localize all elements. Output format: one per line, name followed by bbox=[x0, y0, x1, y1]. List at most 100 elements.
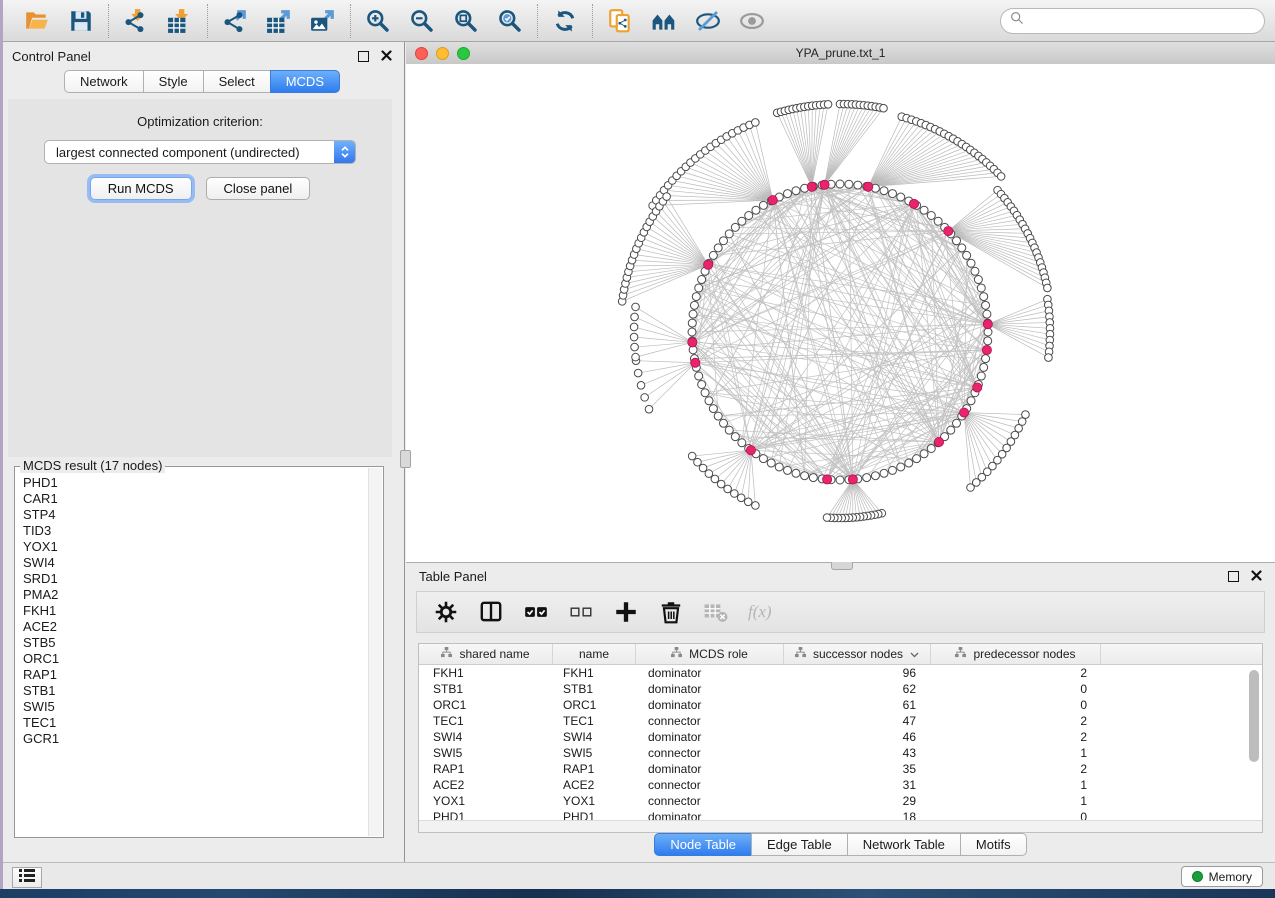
tab-edge-table[interactable]: Edge Table bbox=[751, 833, 848, 856]
node-table: shared name name MCDS role successor nod… bbox=[418, 643, 1263, 833]
tab-motifs[interactable]: Motifs bbox=[960, 833, 1027, 856]
window-zoom-light[interactable] bbox=[457, 47, 470, 60]
network-titlebar[interactable]: YPA_prune.txt_1 bbox=[406, 42, 1275, 65]
tab-mcds[interactable]: MCDS bbox=[270, 70, 340, 93]
zoom-selected-icon[interactable] bbox=[492, 4, 528, 38]
vertical-splitter-handle[interactable] bbox=[400, 450, 411, 468]
mcds-result-box: MCDS result (17 nodes) PHD1CAR1STP4TID3Y… bbox=[14, 466, 384, 838]
mcds-result-node[interactable]: STB1 bbox=[23, 683, 368, 699]
network-canvas[interactable] bbox=[406, 64, 1275, 562]
table-row[interactable]: ACE2ACE2connector311 bbox=[419, 777, 1262, 793]
table-row[interactable]: STB1STB1dominator620 bbox=[419, 681, 1262, 697]
mcds-result-node[interactable]: FKH1 bbox=[23, 603, 368, 619]
result-scrollbar[interactable] bbox=[368, 468, 382, 836]
mcds-result-node[interactable]: SWI5 bbox=[23, 699, 368, 715]
show-columns-icon[interactable] bbox=[478, 599, 504, 625]
close-panel-icon[interactable] bbox=[381, 49, 392, 64]
open-file-icon[interactable] bbox=[19, 4, 55, 38]
mcds-result-node[interactable]: SWI4 bbox=[23, 555, 368, 571]
table-cell: RAP1 bbox=[419, 762, 553, 776]
table-row[interactable]: TEC1TEC1connector472 bbox=[419, 713, 1262, 729]
tab-select[interactable]: Select bbox=[203, 70, 271, 93]
close-panel-button[interactable]: Close panel bbox=[206, 177, 311, 200]
mcds-result-node[interactable]: STB5 bbox=[23, 635, 368, 651]
select-all-icon[interactable] bbox=[523, 599, 549, 625]
add-column-icon[interactable] bbox=[613, 599, 639, 625]
window-close-light[interactable] bbox=[415, 47, 428, 60]
column-header-shared-name[interactable]: shared name bbox=[419, 644, 553, 664]
column-type-icon bbox=[955, 647, 966, 661]
tab-network[interactable]: Network bbox=[64, 70, 144, 93]
table-options-gear-icon[interactable] bbox=[433, 599, 459, 625]
import-table-icon[interactable] bbox=[162, 4, 198, 38]
zoom-in-icon[interactable] bbox=[360, 4, 396, 38]
tab-style[interactable]: Style bbox=[143, 70, 204, 93]
search-input[interactable] bbox=[1030, 12, 1255, 29]
table-cell: dominator bbox=[636, 730, 784, 744]
mcds-result-node[interactable]: SRD1 bbox=[23, 571, 368, 587]
table-row[interactable]: SWI4SWI4dominator462 bbox=[419, 729, 1262, 745]
table-cell: SWI5 bbox=[419, 746, 553, 760]
mcds-result-list[interactable]: PHD1CAR1STP4TID3YOX1SWI4SRD1PMA2FKH1ACE2… bbox=[16, 471, 368, 836]
list-icon bbox=[19, 869, 35, 887]
mcds-result-node[interactable]: GCR1 bbox=[23, 731, 368, 747]
mcds-result-node[interactable]: RAP1 bbox=[23, 667, 368, 683]
tab-network-table[interactable]: Network Table bbox=[847, 833, 961, 856]
delete-column-icon[interactable] bbox=[658, 599, 684, 625]
zoom-fit-icon[interactable] bbox=[448, 4, 484, 38]
refresh-icon[interactable] bbox=[547, 4, 583, 38]
table-cell: connector bbox=[636, 794, 784, 808]
mcds-result-node[interactable]: CAR1 bbox=[23, 491, 368, 507]
table-horizontal-scrollbar[interactable] bbox=[419, 820, 1262, 832]
table-cell: FKH1 bbox=[553, 666, 636, 680]
hide-selection-icon[interactable] bbox=[690, 4, 726, 38]
task-history-button[interactable] bbox=[12, 867, 42, 888]
tab-node-table[interactable]: Node Table bbox=[654, 833, 752, 856]
table-cell: dominator bbox=[636, 698, 784, 712]
save-session-icon[interactable] bbox=[63, 4, 99, 38]
table-row[interactable]: FKH1FKH1dominator962 bbox=[419, 665, 1262, 681]
window-minimize-light[interactable] bbox=[436, 47, 449, 60]
mcds-result-node[interactable]: PMA2 bbox=[23, 587, 368, 603]
mcds-result-node[interactable]: ORC1 bbox=[23, 651, 368, 667]
export-network-icon[interactable] bbox=[217, 4, 253, 38]
column-type-icon bbox=[441, 647, 452, 661]
float-panel-icon[interactable] bbox=[358, 51, 369, 62]
table-row[interactable]: RAP1RAP1dominator352 bbox=[419, 761, 1262, 777]
criterion-select[interactable]: largest connected component (undirected) bbox=[44, 140, 356, 164]
zoom-out-icon[interactable] bbox=[404, 4, 440, 38]
table-vertical-scrollbar[interactable] bbox=[1249, 670, 1259, 762]
column-header-mcds-role[interactable]: MCDS role bbox=[636, 644, 784, 664]
memory-label: Memory bbox=[1209, 870, 1252, 884]
mcds-result-node[interactable]: STP4 bbox=[23, 507, 368, 523]
table-cell: RAP1 bbox=[553, 762, 636, 776]
close-table-panel-icon[interactable] bbox=[1251, 569, 1262, 584]
run-mcds-button[interactable]: Run MCDS bbox=[90, 177, 192, 200]
table-cell: 96 bbox=[784, 666, 931, 680]
mcds-result-node[interactable]: ACE2 bbox=[23, 619, 368, 635]
table-row[interactable]: ORC1ORC1dominator610 bbox=[419, 697, 1262, 713]
export-table-icon[interactable] bbox=[261, 4, 297, 38]
mcds-result-node[interactable]: TEC1 bbox=[23, 715, 368, 731]
deselect-all-icon[interactable] bbox=[568, 599, 594, 625]
memory-button[interactable]: Memory bbox=[1181, 866, 1263, 887]
float-table-panel-icon[interactable] bbox=[1228, 571, 1239, 582]
export-image-icon[interactable] bbox=[305, 4, 341, 38]
table-row[interactable]: YOX1YOX1connector291 bbox=[419, 793, 1262, 809]
column-header-successor-nodes[interactable]: successor nodes bbox=[784, 644, 931, 664]
first-neighbors-icon[interactable] bbox=[646, 4, 682, 38]
horizontal-splitter-handle[interactable] bbox=[831, 562, 853, 570]
mcds-result-node[interactable]: TID3 bbox=[23, 523, 368, 539]
table-cell: SWI4 bbox=[419, 730, 553, 744]
table-row[interactable]: SWI5SWI5connector431 bbox=[419, 745, 1262, 761]
table-panel-title: Table Panel bbox=[419, 569, 487, 584]
column-header-predecessor-nodes[interactable]: predecessor nodes bbox=[931, 644, 1101, 664]
show-all-icon[interactable] bbox=[734, 4, 770, 38]
search-box[interactable] bbox=[1000, 8, 1265, 34]
import-network-icon[interactable] bbox=[118, 4, 154, 38]
table-cell: 47 bbox=[784, 714, 931, 728]
column-header-name[interactable]: name bbox=[553, 644, 636, 664]
mcds-result-node[interactable]: YOX1 bbox=[23, 539, 368, 555]
new-network-from-selection-icon[interactable] bbox=[602, 4, 638, 38]
mcds-result-node[interactable]: PHD1 bbox=[23, 475, 368, 491]
